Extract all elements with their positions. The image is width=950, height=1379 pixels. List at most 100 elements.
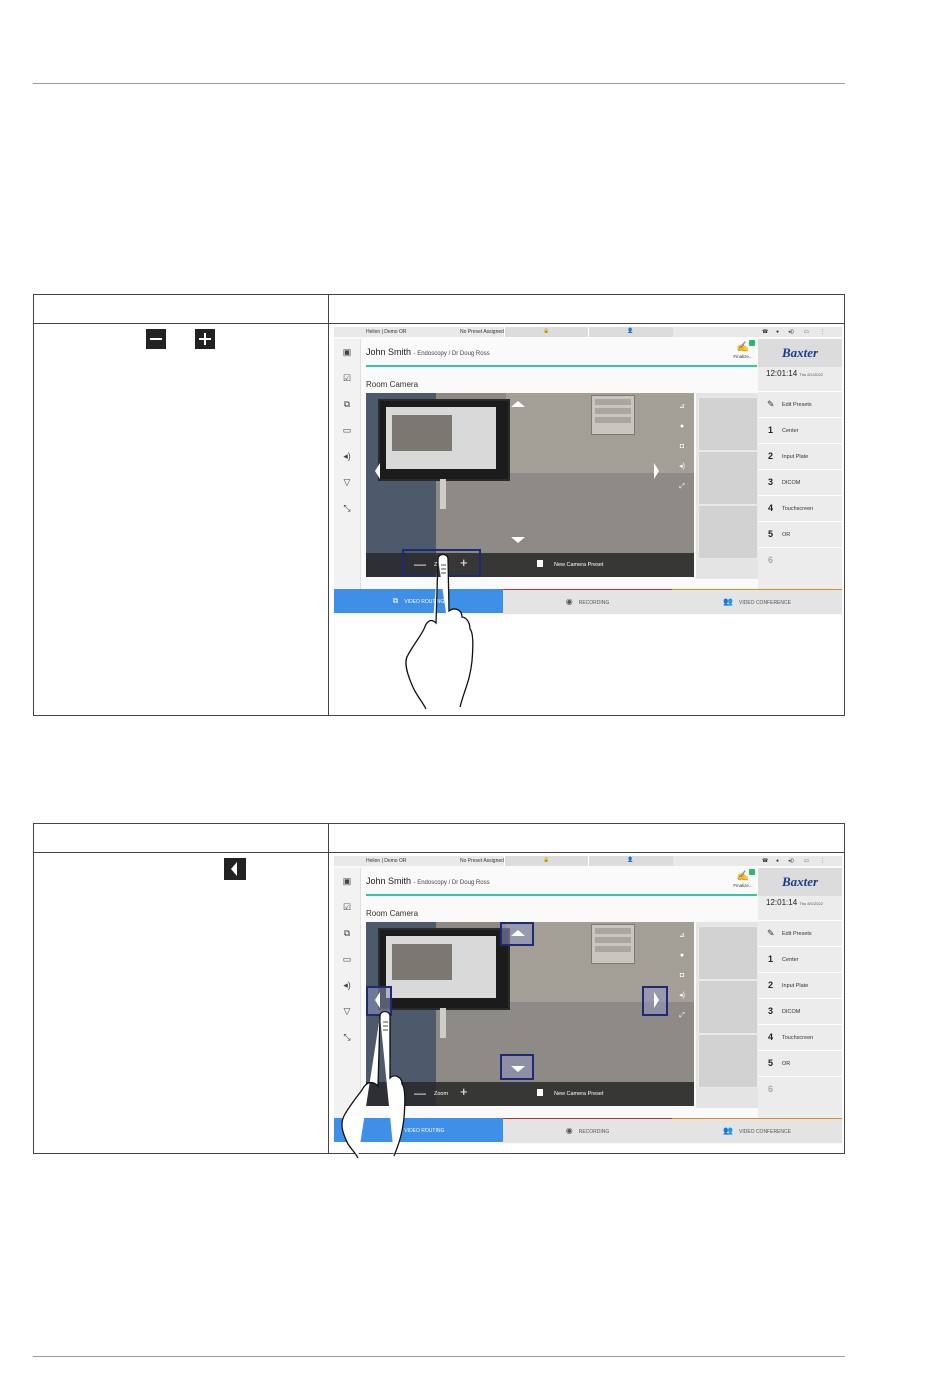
pan-right-arrow[interactable] (654, 992, 659, 1008)
tab-recording[interactable]: ◉ RECORDING (503, 1118, 672, 1143)
zoom-out-button[interactable]: — (414, 1087, 426, 1099)
display-icon[interactable]: ▭ (341, 425, 353, 435)
pointing-hand-pan (341, 1010, 406, 1158)
phone-icon[interactable]: ☎ (762, 329, 768, 335)
pan-left-arrow[interactable] (375, 992, 380, 1008)
preset-num: 1 (768, 425, 774, 435)
patient-header: John Smith - Endoscopy / Dr Doug Ross (366, 876, 490, 886)
preset-item[interactable]: 3 DICOM (758, 998, 842, 1025)
preset-label: OR (782, 1061, 791, 1067)
volume-icon[interactable]: ◂)) (788, 329, 794, 335)
pan-down-arrow[interactable] (511, 537, 525, 543)
preset-item[interactable]: 4 Touchscreen (758, 495, 842, 522)
patient-card-icon[interactable]: ▣ (341, 876, 353, 886)
minus-box-icon (146, 329, 166, 349)
audio-out-icon[interactable]: ◂) (676, 457, 688, 477)
record-dot-icon[interactable]: ● (776, 329, 779, 335)
finalize-button[interactable]: ✍ Finalize... (729, 340, 757, 364)
preset-item-empty[interactable]: 6 (758, 547, 842, 574)
time-label: 12:01:14 (766, 369, 798, 378)
thumbnail[interactable] (698, 980, 758, 1034)
pan-left-arrow[interactable] (375, 463, 380, 479)
preset-label: DICOM (782, 1009, 801, 1015)
fullscreen-icon[interactable]: ⤢ (676, 1006, 688, 1026)
video-routing-icon: ⧉ (392, 596, 399, 605)
preset-item[interactable]: 3 DICOM (758, 469, 842, 496)
camera-thumbnails (696, 393, 758, 579)
preset-item[interactable]: 1 Center (758, 417, 842, 444)
feed-cabinet (591, 924, 635, 964)
battery-icon: ▭ (804, 858, 809, 864)
record-dot-icon[interactable]: ● (776, 858, 779, 864)
checklist-icon[interactable]: ☑ (341, 373, 353, 383)
feed-stand (440, 1008, 446, 1038)
thumbnail[interactable] (698, 397, 758, 451)
record-icon[interactable]: ● (676, 946, 688, 966)
preset-item-empty[interactable]: 6 (758, 1076, 842, 1103)
brand-logo: Baxter (758, 339, 842, 367)
connection-icon[interactable]: ⤡ (341, 503, 353, 513)
lock-tab[interactable]: 🔒 (504, 327, 589, 337)
camera-control-icon[interactable]: ⧉ (341, 928, 353, 938)
preset-num: 3 (768, 477, 774, 487)
tab-video-conference[interactable]: 👥 VIDEO CONFERENCE (672, 1118, 842, 1143)
lock-tab[interactable]: 🔒 (504, 856, 589, 866)
preset-item[interactable]: 4 Touchscreen (758, 1024, 842, 1051)
checklist-icon[interactable]: ☑ (341, 902, 353, 912)
thumbnail[interactable] (698, 505, 758, 559)
user-icon: 👤 (627, 328, 634, 334)
filter-icon[interactable]: ▽ (341, 477, 353, 487)
snapshot-icon[interactable]: ◘ (676, 966, 688, 986)
menu-dots-icon[interactable]: ⋮ (820, 858, 825, 864)
volume-icon[interactable]: ◂)) (788, 858, 794, 864)
pan-up-arrow[interactable] (511, 930, 525, 936)
camera-feed[interactable]: ⊿ ● ◘ ◂) ⤢ — Zoom + New Camera Preset (366, 922, 694, 1106)
pan-right-arrow[interactable] (654, 463, 659, 479)
chart-icon[interactable]: ⊿ (676, 397, 688, 417)
edit-presets-label: Edit Presets (782, 931, 812, 937)
snapshot-icon[interactable]: ◘ (676, 437, 688, 457)
preset-label: Input Plate (782, 454, 809, 460)
finalize-label: Finalize... (733, 883, 753, 888)
preset-item[interactable]: 2 Input Plate (758, 972, 842, 999)
user-tab[interactable]: 👤 (588, 856, 673, 866)
record-icon[interactable]: ● (676, 417, 688, 437)
column-divider (328, 824, 329, 1153)
menu-dots-icon[interactable]: ⋮ (820, 329, 825, 335)
display-icon[interactable]: ▭ (341, 954, 353, 964)
status-bar: Helion | Demo OR No Preset Assigned 🔒 👤 … (334, 856, 842, 866)
thumbnail[interactable] (698, 451, 758, 505)
pan-up-arrow[interactable] (511, 401, 525, 407)
preset-item[interactable]: 2 Input Plate (758, 443, 842, 470)
preset-item[interactable]: 1 Center (758, 946, 842, 973)
edit-presets-label: Edit Presets (782, 402, 812, 408)
audio-out-icon[interactable]: ◂) (676, 986, 688, 1006)
edit-presets-button[interactable]: ✎ Edit Presets (758, 391, 842, 418)
thumbnail[interactable] (698, 1034, 758, 1088)
new-camera-preset-button[interactable]: New Camera Preset (554, 1091, 604, 1097)
user-tab[interactable]: 👤 (588, 327, 673, 337)
preset-item[interactable]: 5 OR (758, 1050, 842, 1077)
camera-thumbnails (696, 922, 758, 1108)
phone-icon[interactable]: ☎ (762, 858, 768, 864)
preset-num: 4 (768, 1032, 774, 1042)
preset-label: Center (782, 428, 799, 434)
patient-card-icon[interactable]: ▣ (341, 347, 353, 357)
badge (749, 869, 755, 875)
clock: 12:01:14 Thu 8/1/2022 (766, 369, 823, 378)
tab-video-conference[interactable]: 👥 VIDEO CONFERENCE (672, 589, 842, 614)
thumbnail[interactable] (698, 926, 758, 980)
preset-item[interactable]: 5 OR (758, 521, 842, 548)
chart-icon[interactable]: ⊿ (676, 926, 688, 946)
preset-num: 6 (768, 555, 774, 565)
edit-presets-button[interactable]: ✎ Edit Presets (758, 920, 842, 947)
pan-down-arrow[interactable] (511, 1066, 525, 1072)
camera-control-icon[interactable]: ⧉ (341, 399, 353, 409)
fullscreen-icon[interactable]: ⤢ (676, 477, 688, 497)
tab-recording[interactable]: ◉ RECORDING (503, 589, 672, 614)
new-camera-preset-button[interactable]: New Camera Preset (554, 562, 604, 568)
audio-icon[interactable]: ◂) (341, 451, 353, 461)
zoom-in-button[interactable]: + (460, 1085, 468, 1098)
audio-icon[interactable]: ◂) (341, 980, 353, 990)
finalize-button[interactable]: ✍ Finalize... (729, 869, 757, 893)
